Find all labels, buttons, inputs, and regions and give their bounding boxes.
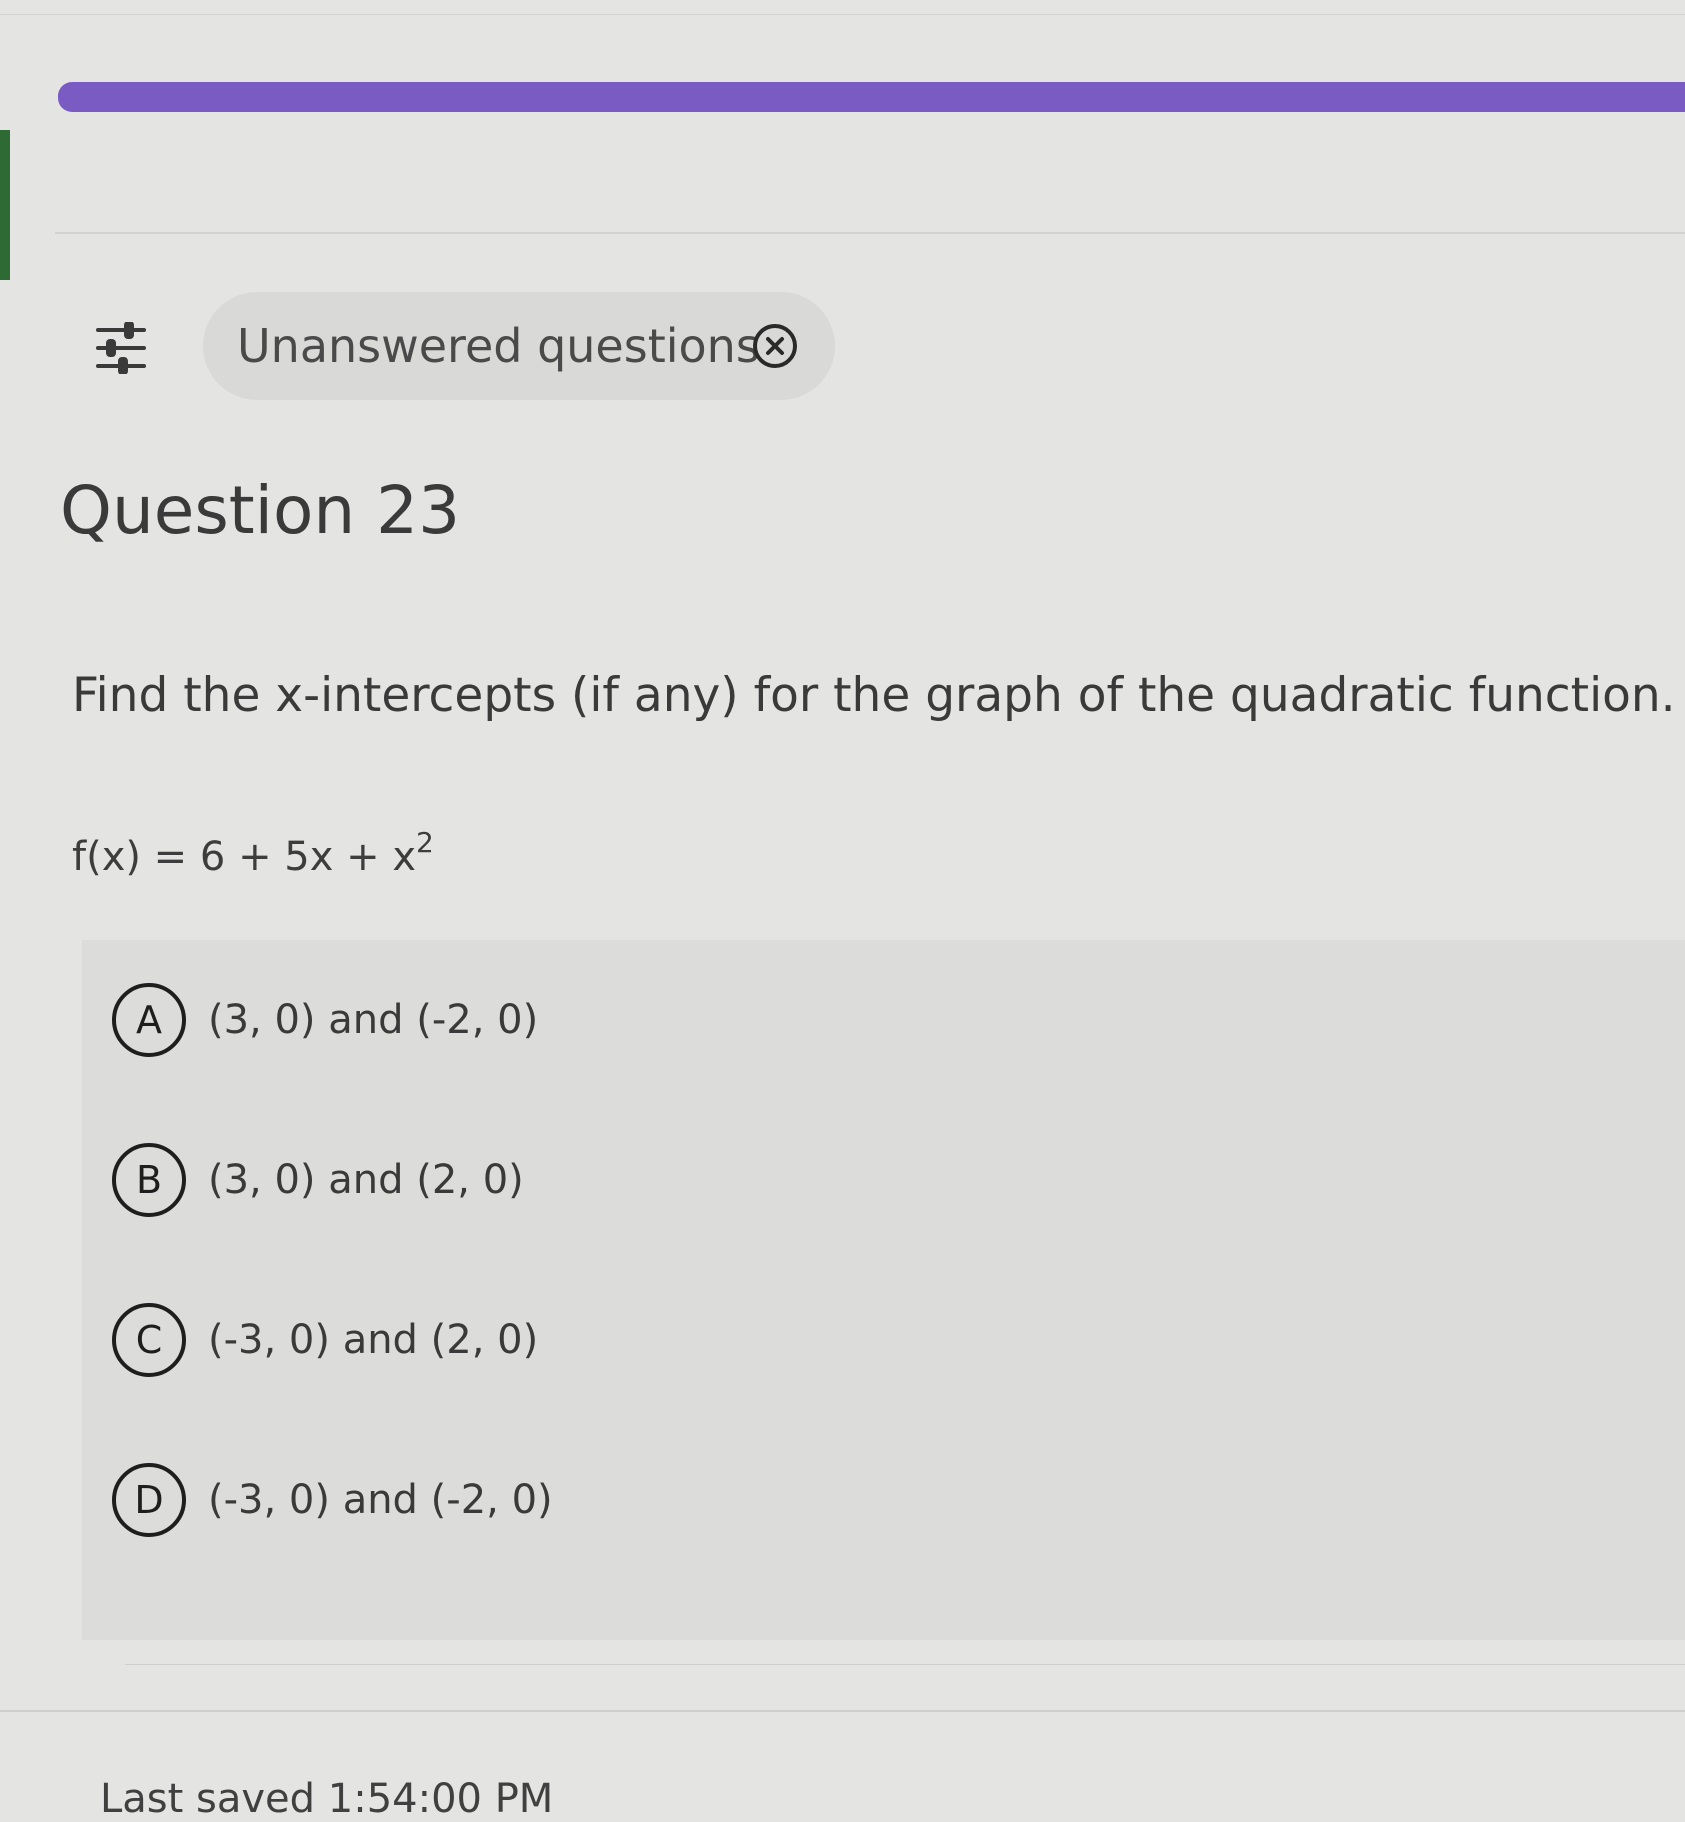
question-equation: f(x) = 6 + 5x + x2 [72,826,434,880]
option-text: (3, 0) and (2, 0) [208,1157,524,1203]
close-circle-icon[interactable] [751,322,799,370]
unanswered-questions-chip[interactable]: Unanswered questions [203,292,835,400]
section-divider [55,232,1685,234]
option-d[interactable]: D (-3, 0) and (-2, 0) [112,1458,553,1542]
option-text: (-3, 0) and (2, 0) [208,1317,539,1363]
option-text: (3, 0) and (-2, 0) [208,997,539,1043]
question-title: Question 23 [60,472,461,549]
chip-label: Unanswered questions [237,319,760,373]
option-text: (-3, 0) and (-2, 0) [208,1477,553,1523]
option-badge: C [112,1303,186,1377]
option-badge: D [112,1463,186,1537]
top-divider [0,14,1685,15]
equation-exponent: 2 [416,826,434,859]
option-badge: B [112,1143,186,1217]
footer-divider [0,1710,1685,1712]
footer-divider [125,1664,1685,1665]
left-edge-accent [0,130,10,280]
last-saved-status: Last saved 1:54:00 PM [100,1776,554,1822]
question-prompt: Find the x-intercepts (if any) for the g… [72,668,1676,723]
answer-options: A (3, 0) and (-2, 0) B (3, 0) and (2, 0)… [82,940,1685,1640]
progress-bar [58,82,1685,112]
equation-text: f(x) = 6 + 5x + x [72,834,417,880]
option-a[interactable]: A (3, 0) and (-2, 0) [112,978,538,1062]
option-b[interactable]: B (3, 0) and (2, 0) [112,1138,524,1222]
option-badge: A [112,983,186,1057]
option-c[interactable]: C (-3, 0) and (2, 0) [112,1298,538,1382]
filter-sliders-icon[interactable] [96,322,146,374]
